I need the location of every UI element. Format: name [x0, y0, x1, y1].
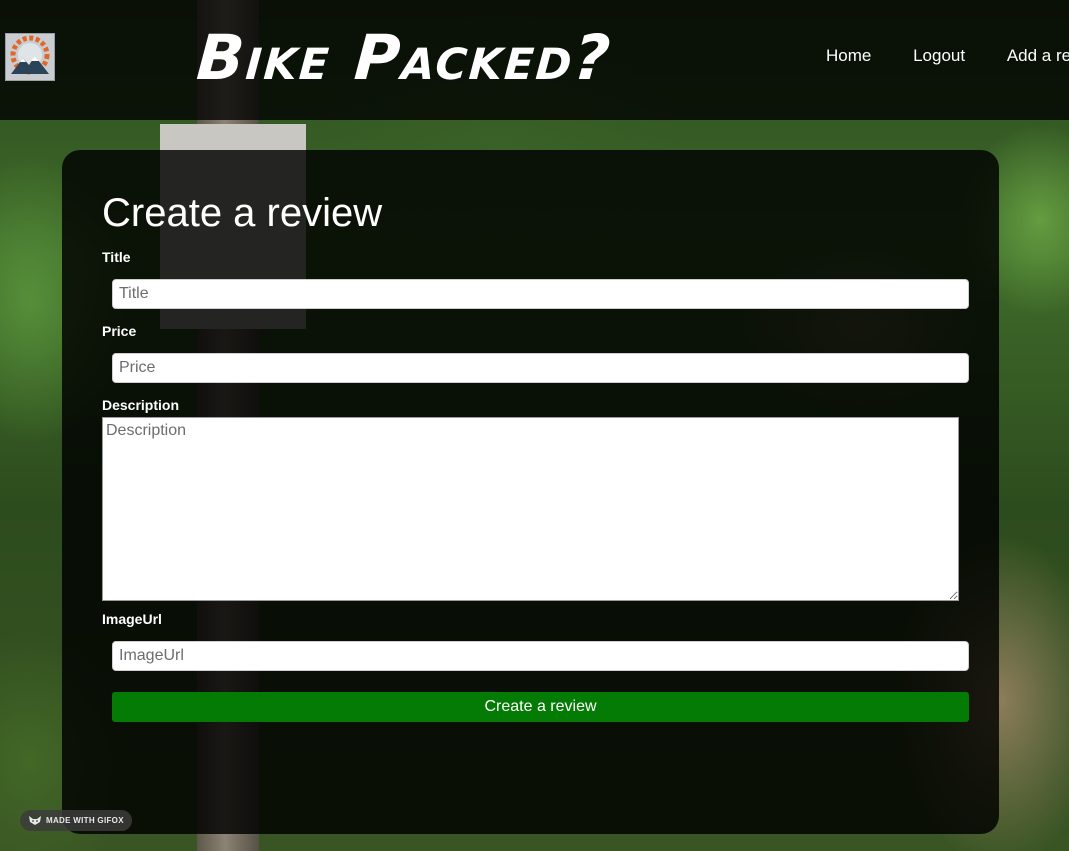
site-header: Bike Packed? Home Logout Add a review	[0, 0, 1069, 120]
page-title: Create a review	[102, 191, 383, 235]
site-title[interactable]: Bike Packed?	[194, 21, 614, 94]
price-input[interactable]	[112, 353, 969, 383]
nav-add-review-link[interactable]: Add a review	[1007, 46, 1069, 66]
price-label: Price	[102, 323, 137, 339]
title-label: Title	[102, 249, 131, 265]
title-input[interactable]	[112, 279, 969, 309]
fox-icon	[29, 816, 41, 826]
gifox-watermark: MADE WITH GIFOX	[20, 810, 132, 831]
image-url-label: ImageUrl	[102, 611, 162, 627]
nav-logout-link[interactable]: Logout	[913, 46, 965, 66]
nav-home-link[interactable]: Home	[826, 46, 871, 66]
create-review-button[interactable]: Create a review	[112, 692, 969, 722]
main-nav: Home Logout Add a review	[826, 46, 1069, 66]
watermark-text: MADE WITH GIFOX	[46, 816, 124, 825]
image-url-input[interactable]	[112, 641, 969, 671]
bike-gear-mountain-icon	[10, 35, 50, 75]
description-textarea[interactable]	[102, 417, 959, 601]
site-logo[interactable]	[5, 33, 55, 81]
description-label: Description	[102, 397, 180, 413]
